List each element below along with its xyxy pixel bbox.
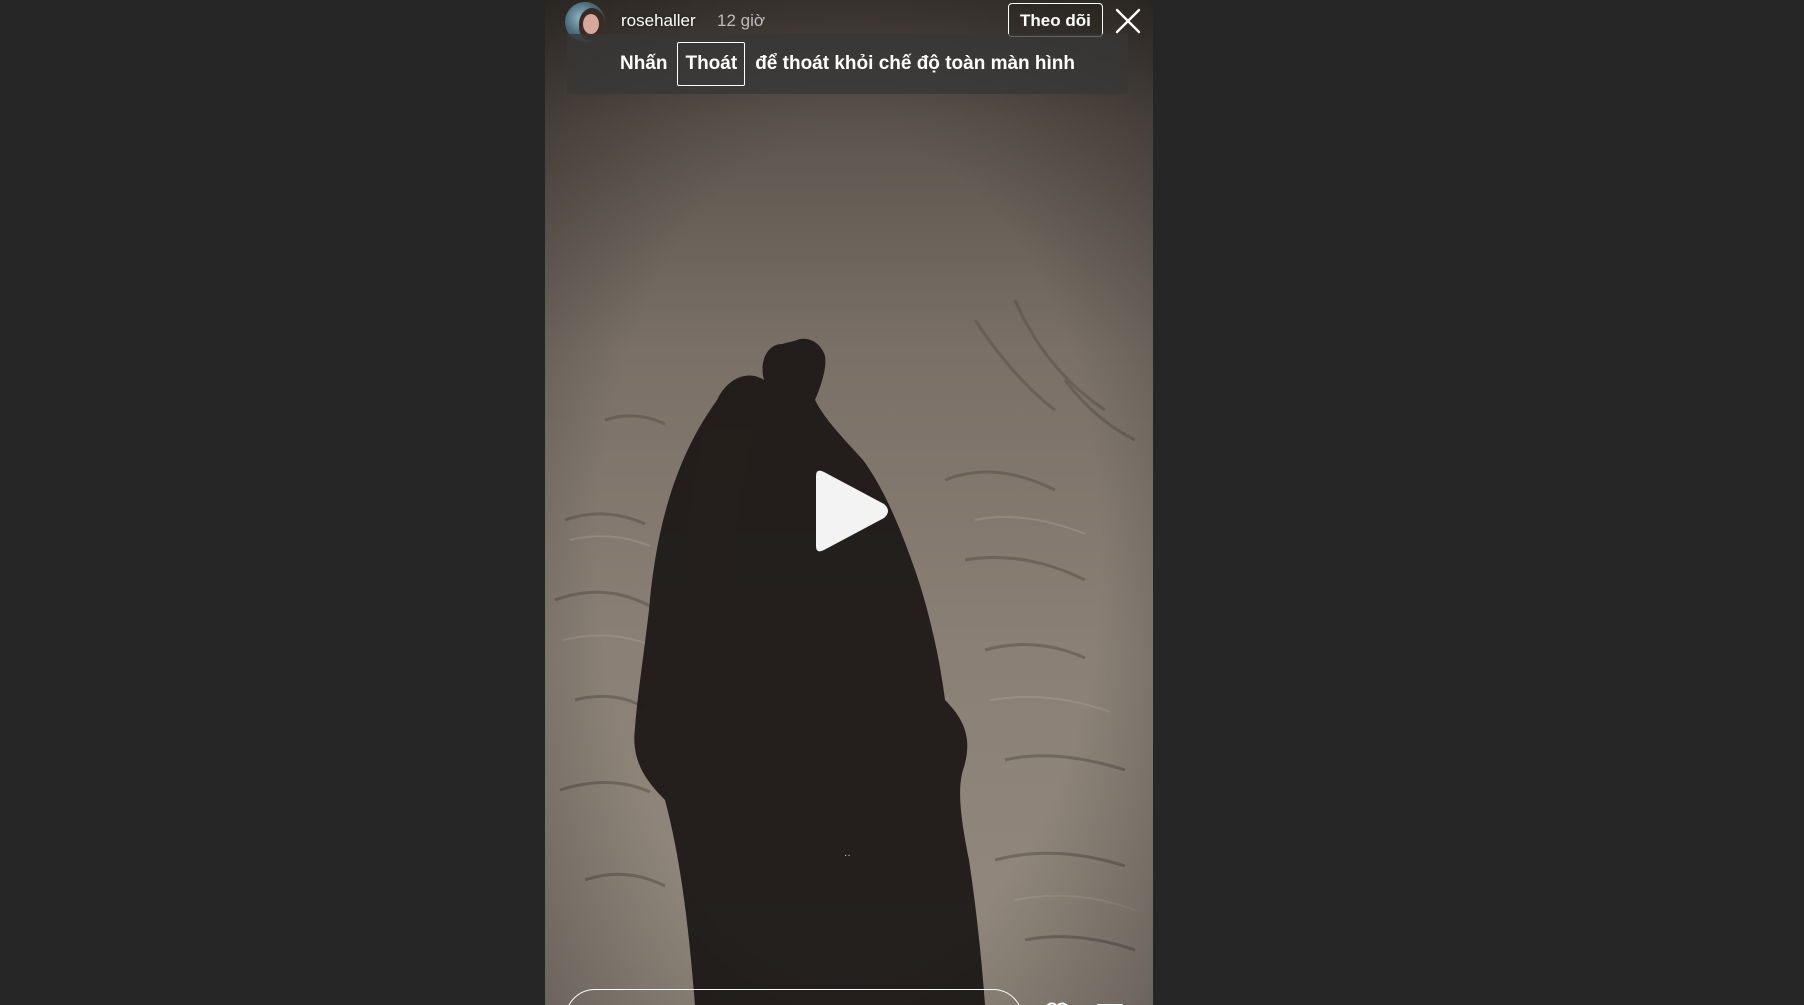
story-viewer[interactable]: rosehaller 12 giờ Theo dõi Nhấn Thoát để… (545, 0, 1153, 1005)
follow-button[interactable]: Theo dõi (1008, 3, 1103, 37)
media-indicator: ·· (844, 850, 851, 861)
fullscreen-notice-suffix: để thoát khỏi chế độ toàn màn hình (755, 53, 1076, 74)
exit-key-label: Thoát (677, 42, 746, 86)
username[interactable]: rosehaller (621, 11, 696, 31)
reply-input[interactable] (565, 989, 1023, 1005)
story-timestamp: 12 giờ (717, 11, 766, 30)
avatar-face (583, 14, 599, 34)
play-icon[interactable] (808, 468, 890, 554)
fullscreen-notice-prefix: Nhấn (619, 53, 668, 74)
fullscreen-exit-notice: Nhấn Thoát để thoát khỏi chế độ toàn màn… (567, 34, 1128, 94)
close-icon[interactable] (1113, 6, 1143, 36)
send-icon[interactable] (1095, 999, 1125, 1005)
heart-icon[interactable] (1042, 998, 1072, 1005)
